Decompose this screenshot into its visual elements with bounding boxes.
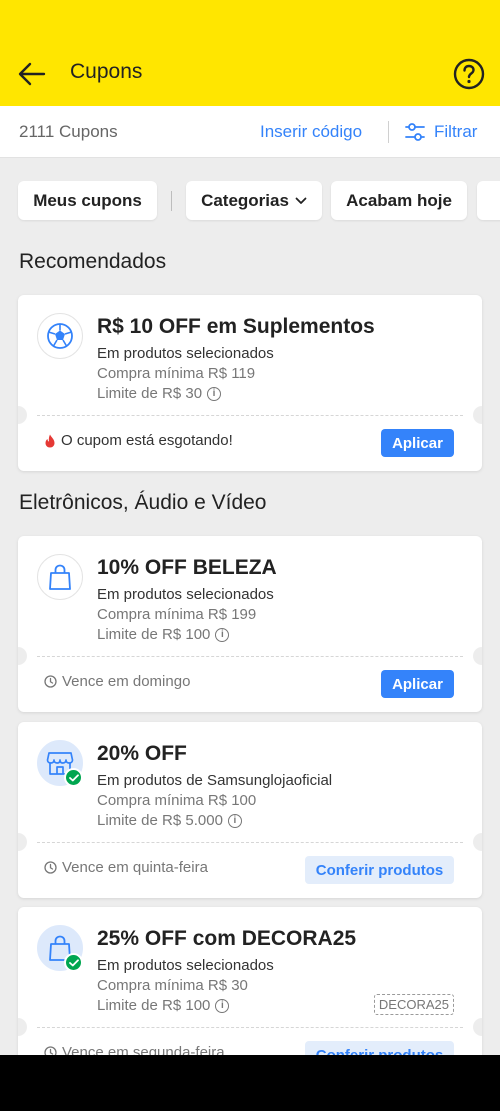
- chip-categories[interactable]: Categorias: [186, 181, 322, 220]
- coupon-footer: Vence em quinta-feira: [44, 859, 208, 876]
- coupon-scope: Em produtos selecionados: [97, 345, 274, 362]
- info-icon[interactable]: i: [207, 386, 222, 401]
- card-divider: [37, 415, 463, 416]
- shopping-bag-icon: [49, 564, 71, 590]
- chip-divider: [171, 191, 172, 211]
- coupon-code-tag: DECORA25: [373, 994, 454, 1015]
- filter-label: Filtrar: [434, 122, 478, 141]
- clock-icon: [44, 1046, 57, 1055]
- check-products-button[interactable]: Conferir produtos: [305, 1041, 454, 1055]
- soccer-ball-icon: [47, 323, 73, 349]
- coupon-limit-text: Limite de R$ 5.000: [97, 812, 223, 829]
- coupon-limit-text: Limite de R$ 30: [97, 385, 203, 402]
- filter-button[interactable]: Filtrar: [404, 119, 477, 145]
- sliders-icon: [405, 123, 425, 141]
- coupon-scope: Em produtos de Samsunglojaoficial: [97, 772, 333, 789]
- coupon-footer-text: Vence em quinta-feira: [62, 859, 208, 876]
- coupon-limit: Limite de R$ 100 i: [97, 626, 230, 643]
- fire-icon: [45, 434, 55, 447]
- chip-label: Categorias: [201, 190, 289, 210]
- coupon-minimum: Compra mínima R$ 100: [97, 792, 257, 809]
- section-title-electronics: Eletrônicos, Áudio e Vídeo: [19, 491, 267, 514]
- card-notch: [473, 1018, 482, 1036]
- coupon-count: 2111 Cupons: [19, 122, 118, 141]
- toolbar-divider: [388, 121, 389, 143]
- apply-button[interactable]: Aplicar: [381, 429, 454, 457]
- coupons-toolbar: 2111 Cupons Inserir código Filtrar: [0, 106, 500, 158]
- coupon-limit: Limite de R$ 5.000 i: [97, 812, 242, 829]
- apply-button[interactable]: Aplicar: [381, 670, 454, 698]
- coupon-limit: Limite de R$ 100 i: [97, 997, 230, 1014]
- chip-more[interactable]: [477, 181, 500, 220]
- coupon-footer-text: O cupom está esgotando!: [61, 432, 233, 449]
- chip-label: Acabam hoje: [346, 190, 452, 210]
- info-icon[interactable]: i: [227, 813, 242, 828]
- coupon-scope: Em produtos selecionados: [97, 586, 274, 603]
- coupon-limit-text: Limite de R$ 100: [97, 626, 211, 643]
- clock-icon: [44, 861, 57, 874]
- coupon-icon: [37, 554, 83, 600]
- chevron-down-icon: [295, 197, 307, 204]
- back-arrow-icon[interactable]: [14, 56, 50, 92]
- chip-my-coupons[interactable]: Meus cupons: [18, 181, 157, 220]
- card-notch: [473, 647, 482, 665]
- coupon-limit-text: Limite de R$ 100: [97, 997, 211, 1014]
- card-divider: [37, 1027, 463, 1028]
- chip-ending-today[interactable]: Acabam hoje: [331, 181, 467, 220]
- coupon-footer-text: Vence em segunda-feira: [62, 1044, 225, 1055]
- coupon-title: 20% OFF: [97, 742, 187, 765]
- coupon-title: 10% OFF BELEZA: [97, 556, 277, 579]
- system-navigation-bar: [0, 1055, 500, 1111]
- section-title-recommended: Recomendados: [19, 250, 167, 273]
- coupons-screen: Cupons 2111 Cupons Inserir código Filtra…: [0, 0, 500, 1055]
- coupon-icon: [37, 313, 83, 359]
- card-notch: [473, 406, 482, 424]
- coupon-footer-text: Vence em domingo: [62, 673, 191, 690]
- info-icon[interactable]: i: [215, 627, 230, 642]
- card-notch: [18, 647, 27, 665]
- help-icon[interactable]: [453, 58, 485, 90]
- card-divider: [37, 842, 463, 843]
- card-notch: [473, 833, 482, 851]
- app-bar: Cupons: [0, 0, 500, 106]
- card-notch: [18, 406, 27, 424]
- verified-check-icon: [64, 953, 83, 972]
- coupon-footer: O cupom está esgotando!: [44, 432, 233, 449]
- coupon-minimum: Compra mínima R$ 199: [97, 606, 257, 623]
- coupon-minimum: Compra mínima R$ 30: [97, 977, 248, 994]
- coupon-minimum: Compra mínima R$ 119: [97, 365, 256, 382]
- coupon-scope: Em produtos selecionados: [97, 957, 274, 974]
- coupon-limit: Limite de R$ 30 i: [97, 385, 222, 402]
- coupon-card[interactable]: 20% OFF Em produtos de Samsunglojaoficia…: [18, 722, 482, 898]
- clock-icon: [44, 675, 57, 688]
- coupon-footer: Vence em domingo: [44, 673, 190, 690]
- coupon-card[interactable]: 25% OFF com DECORA25 Em produtos selecio…: [18, 907, 482, 1055]
- chip-label: Meus cupons: [33, 190, 142, 210]
- coupon-card[interactable]: R$ 10 OFF em Suplementos Em produtos sel…: [18, 295, 482, 471]
- verified-check-icon: [64, 768, 83, 787]
- card-notch: [18, 833, 27, 851]
- chip-bar: Meus cupons Categorias Acabam hoje: [0, 181, 500, 221]
- coupon-card[interactable]: 10% OFF BELEZA Em produtos selecionados …: [18, 536, 482, 712]
- page-title: Cupons: [70, 60, 143, 83]
- card-notch: [18, 1018, 27, 1036]
- coupon-title: 25% OFF com DECORA25: [97, 927, 357, 950]
- insert-code-link[interactable]: Inserir código: [260, 122, 362, 142]
- coupon-footer: Vence em segunda-feira: [44, 1044, 225, 1055]
- info-icon[interactable]: i: [215, 998, 230, 1013]
- card-divider: [37, 656, 463, 657]
- check-products-button[interactable]: Conferir produtos: [305, 856, 454, 884]
- coupon-title: R$ 10 OFF em Suplementos: [97, 315, 375, 338]
